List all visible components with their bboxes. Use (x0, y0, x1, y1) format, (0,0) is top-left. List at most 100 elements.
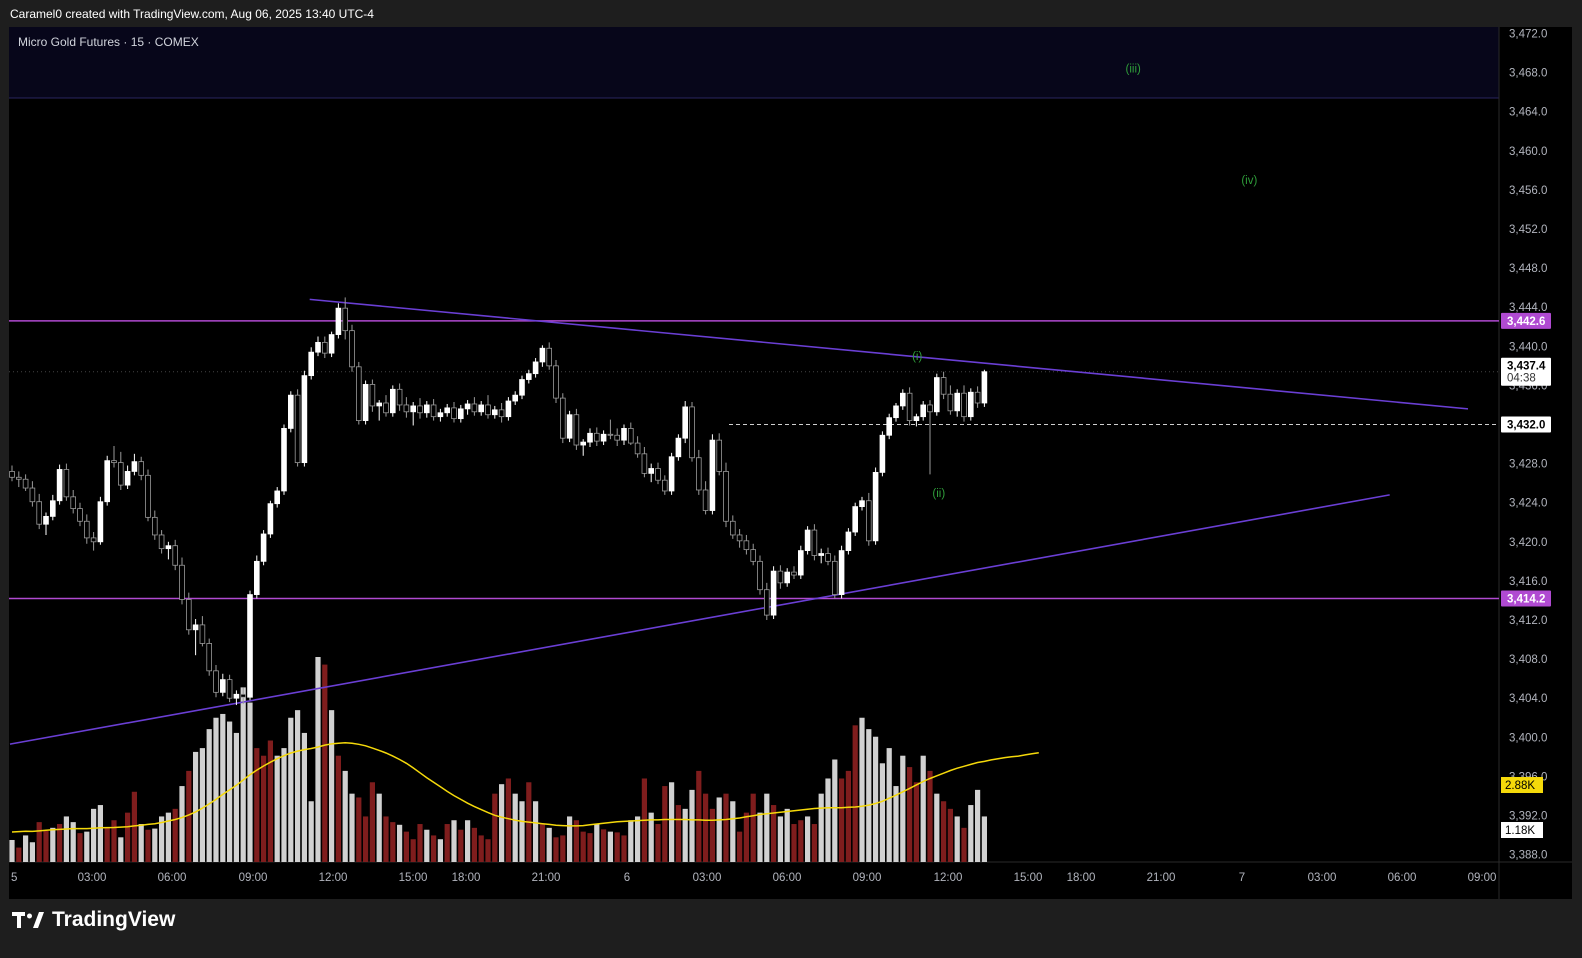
volume-bar (730, 801, 736, 862)
candle-body (349, 330, 355, 368)
volume-bar (301, 732, 307, 862)
time-tick-label: 12:00 (934, 872, 963, 884)
candle (580, 439, 586, 456)
candle-body (478, 404, 484, 413)
candle (274, 487, 280, 508)
candle (900, 389, 906, 410)
volume-bar (954, 816, 960, 862)
price-tick-label: 3,452.0 (1509, 224, 1547, 236)
candle-body (315, 341, 321, 353)
candle (832, 555, 838, 599)
volume-bar (662, 786, 668, 862)
candle-body (900, 392, 906, 407)
candle (927, 400, 933, 475)
volume-bar (417, 824, 423, 862)
candle (743, 534, 750, 555)
candle (505, 397, 512, 421)
volume-last-tag: 1.18K (1501, 822, 1543, 838)
candle (192, 619, 199, 656)
candle (151, 510, 158, 540)
candle (335, 303, 342, 339)
volume-bar (376, 793, 382, 862)
candle-body (138, 461, 145, 476)
candle-body (77, 508, 83, 522)
volume-bar (125, 812, 131, 862)
volume-bar (628, 820, 634, 862)
volume-bar (614, 832, 620, 862)
volume-bar (138, 824, 144, 862)
candle-body (369, 384, 376, 407)
candle-body (662, 479, 668, 492)
candle-body (594, 432, 600, 442)
wave-label-2: (iii) (1126, 64, 1141, 76)
tradingview-logo[interactable]: TradingView (12, 908, 175, 932)
volume-bar (709, 808, 715, 862)
candle (682, 401, 688, 444)
candlestick-chart[interactable]: (i)(ii)(iii)(iv) 3,472.03,468.03,464.03,… (9, 27, 1572, 899)
candle (784, 568, 790, 587)
candle (118, 451, 124, 490)
candle (866, 492, 872, 546)
volume-bar (689, 789, 695, 862)
time-tick-label: 21:00 (1147, 872, 1176, 884)
candle-body (383, 402, 389, 414)
candle (906, 387, 913, 426)
trendline-1 (9, 494, 1390, 745)
chart-area[interactable]: (i) (ii) (iii) (iv) 3,472.0 3,468.0 3,464.0 3,… (9, 27, 1572, 899)
volume-bar (927, 770, 933, 862)
candle (485, 395, 491, 419)
candle-body (566, 414, 573, 439)
candle (430, 399, 437, 421)
candle (974, 386, 981, 408)
price-level-tag-1-text: 3,414.2 (1507, 593, 1545, 605)
candle (417, 398, 423, 419)
candle-body (845, 531, 852, 551)
price-axis: 3,472.0 3,468.0 3,464.0 3,460.0 3,456.0 3,452… (1501, 29, 1551, 862)
volume-bar (397, 824, 403, 862)
candle (376, 400, 382, 421)
volume-bar (84, 831, 90, 862)
volume-bar (682, 808, 688, 862)
candle (451, 402, 457, 423)
volume-bar (934, 793, 940, 862)
candle (607, 419, 614, 440)
candle-body (512, 394, 518, 402)
volume-bar (254, 748, 260, 862)
price-level-tag-1: 3,414.2 (1501, 590, 1551, 607)
candle (859, 496, 865, 511)
volume-bar (981, 816, 987, 862)
candle-body (389, 388, 396, 414)
candle-body (423, 404, 430, 414)
volume-bar (131, 791, 137, 862)
volume-bar (233, 732, 239, 862)
volume-bar (444, 824, 450, 862)
volume-bar (533, 801, 539, 862)
candle (16, 471, 22, 488)
candle-body (879, 434, 886, 473)
wave-label-0: (i) (912, 351, 922, 363)
candle (97, 496, 104, 545)
volume-bar (798, 820, 804, 862)
candle (641, 446, 648, 478)
volume-bar (492, 793, 498, 862)
candle (50, 494, 56, 521)
price-level-tag-0-text: 3,442.6 (1507, 316, 1545, 328)
volume-bar (29, 842, 35, 862)
volume-bar (675, 805, 681, 862)
candle-body (764, 589, 770, 616)
volume-last-tag-text: 1.18K (1505, 825, 1535, 837)
candle-body (437, 412, 444, 418)
time-tick-label: 5 (11, 872, 17, 884)
candle (145, 469, 151, 522)
volume-bar (941, 801, 947, 862)
candle-body (804, 529, 811, 551)
volume-bar (199, 748, 205, 862)
candle (628, 422, 634, 446)
volume-bar (886, 748, 892, 862)
candle-body (648, 468, 654, 474)
candle-body (342, 307, 348, 332)
candle-body (532, 361, 539, 375)
candle-body (526, 373, 532, 380)
candle-body (451, 407, 457, 420)
candle (594, 427, 600, 447)
